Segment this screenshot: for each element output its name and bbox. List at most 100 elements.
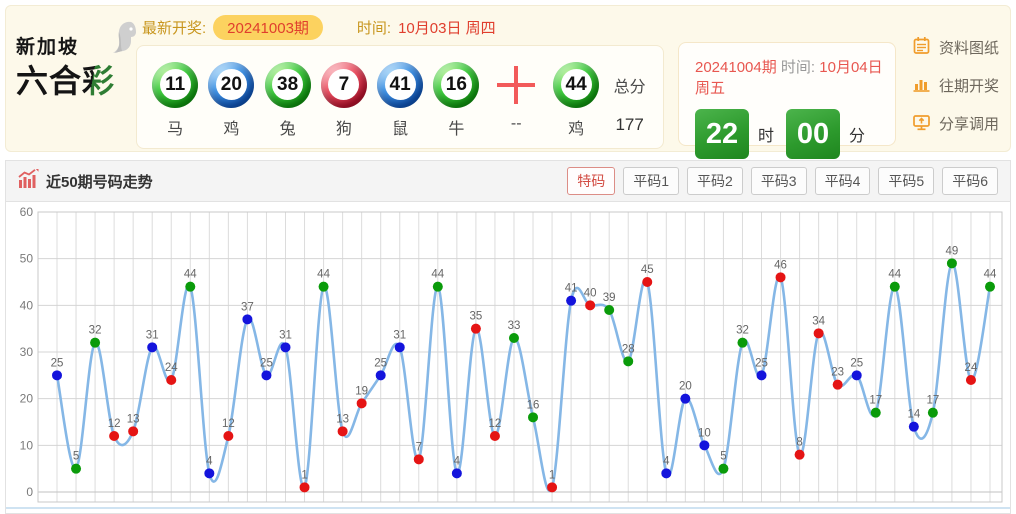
- svg-text:32: 32: [89, 325, 102, 337]
- svg-text:45: 45: [641, 264, 654, 276]
- svg-text:0: 0: [26, 485, 33, 499]
- svg-text:25: 25: [51, 357, 64, 369]
- lottery-ball: 20: [208, 62, 254, 108]
- ball-cell: 16 牛: [428, 61, 484, 134]
- svg-text:31: 31: [279, 329, 292, 341]
- svg-text:50: 50: [20, 252, 34, 266]
- next-draw-info: 20241004期 时间: 10月04日 周五: [695, 56, 895, 98]
- ball-number: 20: [216, 69, 247, 100]
- svg-text:39: 39: [603, 292, 616, 304]
- ball-zodiac: 马: [167, 115, 183, 134]
- countdown: 22 时 00 分: [695, 109, 895, 159]
- svg-text:10: 10: [698, 427, 711, 439]
- side-link-label: 资料图纸: [939, 37, 999, 58]
- svg-text:33: 33: [508, 320, 521, 332]
- svg-text:20: 20: [20, 392, 34, 406]
- lottery-ball: 41: [377, 62, 423, 108]
- svg-text:12: 12: [108, 418, 121, 430]
- total-label: 总分: [614, 61, 646, 109]
- ball-number: 16: [441, 69, 472, 100]
- svg-text:1: 1: [301, 469, 307, 481]
- svg-text:41: 41: [565, 283, 578, 295]
- latest-draw-info: 最新开奖: 20241003期 时间: 10月03日 周四: [136, 12, 664, 42]
- svg-text:13: 13: [336, 413, 349, 425]
- share-icon: [912, 112, 931, 135]
- svg-text:32: 32: [736, 325, 749, 337]
- lottery-ball: 11: [152, 62, 198, 108]
- svg-text:28: 28: [622, 343, 635, 355]
- ball-cell: 20 鸡: [203, 61, 259, 134]
- svg-text:17: 17: [869, 395, 882, 407]
- lottery-ball: 38: [265, 62, 311, 108]
- ball-cell: 38 兔: [260, 61, 316, 134]
- svg-text:44: 44: [317, 269, 330, 281]
- next-draw-panel: 20241004期 时间: 10月04日 周五 22 时 00 分: [678, 42, 896, 146]
- countdown-hours-unit: 时: [758, 122, 774, 146]
- time-label: 时间:: [357, 17, 391, 38]
- svg-text:4: 4: [454, 455, 461, 467]
- svg-text:25: 25: [374, 357, 387, 369]
- svg-text:40: 40: [20, 298, 34, 312]
- tab-normal-number-1[interactable]: 平码1: [623, 167, 679, 195]
- tab-special-number[interactable]: 特码: [567, 167, 615, 195]
- svg-text:1: 1: [549, 469, 555, 481]
- link-past-draws[interactable]: 往期开奖: [912, 74, 999, 97]
- svg-text:35: 35: [469, 311, 482, 323]
- chart-area: 0102030405060255321213312444412372531144…: [6, 202, 1010, 513]
- svg-text:4: 4: [206, 455, 213, 467]
- latest-draw-panel: 11马20鸡38兔7狗41鼠16牛--44鸡总分177: [136, 45, 664, 149]
- svg-text:60: 60: [20, 205, 34, 219]
- svg-text:44: 44: [984, 269, 997, 281]
- trend-chart-panel: 近50期号码走势 特码平码1 平码2 平码3 平码4平码5 平码6 0 10 20 30 40 5…: [5, 160, 1011, 514]
- ball-number: 7: [328, 69, 359, 100]
- ball-number: 38: [272, 69, 303, 100]
- countdown-minutes-unit: 分: [849, 122, 865, 146]
- latest-draw-label: 最新开奖:: [142, 17, 206, 38]
- svg-text:31: 31: [393, 329, 406, 341]
- merlion-icon: [104, 20, 142, 63]
- ball-number: 11: [160, 69, 191, 100]
- svg-text:14: 14: [907, 409, 920, 421]
- trend-line-chart: 0102030405060255321213312444412372531144…: [6, 202, 1010, 513]
- ball-zodiac: 兔: [280, 115, 296, 134]
- svg-text:44: 44: [888, 269, 901, 281]
- ball-zodiac: 鼠: [392, 115, 408, 134]
- svg-text:25: 25: [260, 357, 273, 369]
- total-value: 177: [615, 115, 643, 134]
- svg-text:34: 34: [812, 315, 825, 327]
- special-ball-cell: 44鸡: [548, 61, 604, 134]
- chart-title: 近50期号码走势: [46, 171, 153, 192]
- svg-text:40: 40: [584, 287, 597, 299]
- side-link-label: 往期开奖: [939, 75, 999, 96]
- ball-zodiac: 鸡: [223, 115, 239, 134]
- chart-header: 近50期号码走势 特码平码1 平码2 平码3 平码4平码5 平码6: [6, 161, 1010, 202]
- notebook-icon: [912, 36, 931, 59]
- link-share[interactable]: 分享调用: [912, 112, 999, 135]
- svg-text:17: 17: [926, 395, 939, 407]
- svg-text:16: 16: [527, 399, 540, 411]
- svg-text:5: 5: [73, 451, 79, 463]
- svg-text:44: 44: [431, 269, 444, 281]
- svg-text:25: 25: [850, 357, 863, 369]
- trend-chart-icon: [18, 169, 39, 193]
- tab-normal-number-2[interactable]: 平码2: [687, 167, 743, 195]
- svg-text:30: 30: [20, 345, 34, 359]
- link-data-sheet[interactable]: 资料图纸: [912, 36, 999, 59]
- chart-tabs: 特码平码1 平码2 平码3 平码4平码5 平码6: [567, 167, 998, 195]
- svg-text:25: 25: [755, 357, 768, 369]
- tab-normal-number-5[interactable]: 平码5: [878, 167, 934, 195]
- ball-cell: 41 鼠: [372, 61, 428, 134]
- countdown-hours: 22: [695, 109, 749, 159]
- ball-zodiac: 牛: [448, 115, 464, 134]
- tab-normal-number-6[interactable]: 平码6: [942, 167, 998, 195]
- tab-normal-number-4[interactable]: 平码4: [815, 167, 871, 195]
- ball-zodiac: 狗: [336, 115, 352, 134]
- svg-text:20: 20: [679, 381, 692, 393]
- ball-number: 41: [385, 69, 416, 100]
- svg-text:37: 37: [241, 301, 254, 313]
- svg-text:19: 19: [355, 385, 368, 397]
- header-panel: 新加坡 六合彩 最新开奖: 20241003期 时间: 10月03日 周四 11…: [5, 5, 1011, 152]
- tab-normal-number-3[interactable]: 平码3: [751, 167, 807, 195]
- bar-chart-icon: [912, 74, 931, 97]
- next-draw-issue: 20241004期: [695, 59, 777, 76]
